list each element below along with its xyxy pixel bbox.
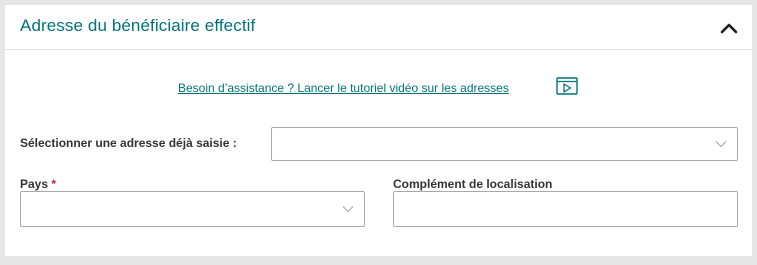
location-complement-label: Complément de localisation [393,177,553,191]
chevron-down-icon [342,206,354,213]
panel-title: Adresse du bénéficiaire effectif [20,16,256,35]
country-label: Pays * [20,177,56,191]
location-complement-input[interactable] [393,191,738,227]
saved-address-label: Sélectionner une adresse déjà saisie : [20,136,237,150]
country-select[interactable] [20,191,365,227]
beneficiary-address-panel: Adresse du bénéficiaire effectif Besoin … [5,5,752,256]
country-label-text: Pays [20,177,49,191]
video-play-icon[interactable] [556,77,578,95]
video-tutorial-link[interactable]: Besoin d’assistance ? Lancer le tutoriel… [178,81,509,95]
saved-address-select[interactable] [271,127,738,161]
panel-header[interactable]: Adresse du bénéficiaire effectif [5,5,752,50]
chevron-down-icon [715,141,727,148]
help-row: Besoin d’assistance ? Lancer le tutoriel… [5,75,752,97]
collapse-button[interactable] [718,17,740,39]
required-marker: * [51,177,57,191]
chevron-up-icon [720,23,738,34]
